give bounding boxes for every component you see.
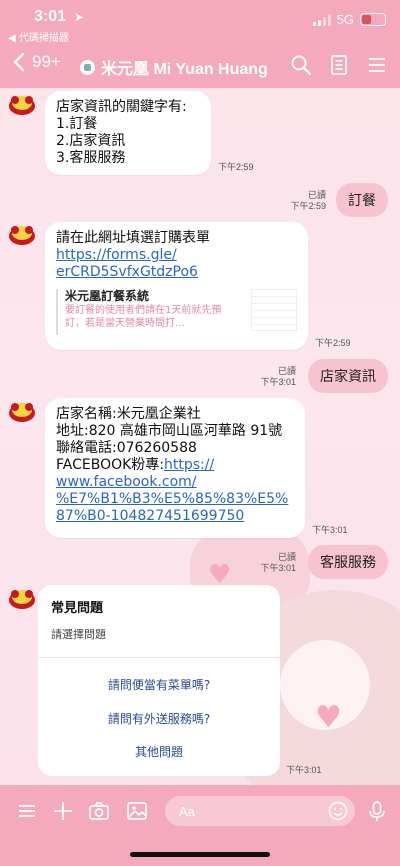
back-button[interactable]: 99+ [12,52,61,72]
message-time: 下午3:01 [286,765,322,775]
signal-icon [312,13,331,26]
location-icon: ➤ [74,10,85,24]
heart-icon: ♥ [315,700,342,735]
form-link[interactable]: https://forms.gle/ [56,247,297,264]
unread-count: 99+ [32,52,61,71]
faq-option-menu[interactable]: 請問便當有菜單嗎? [38,676,280,693]
faq-subtitle: 請選擇問題 [51,628,106,641]
outgoing-message-bubble: 店家資訊 [308,359,388,393]
verified-badge-icon [80,59,95,75]
message-time: 下午3:01 [312,525,348,535]
read-receipt: 已讀 下午3:01 [260,552,296,573]
faq-header: 常見問題 請選擇問題 [38,585,280,658]
faq-option-delivery[interactable]: 請問有外送服務嗎? [38,710,280,727]
message-input[interactable] [165,796,355,826]
message-line: 店家名稱:米元凰企業社 [56,406,201,422]
facebook-link[interactable]: 87%B0-104827451699750 [56,508,294,525]
faq-option-other[interactable]: 其他問題 [38,743,280,760]
chat-screen: ♥ ♥ 3:01 ➤ ◀ 代碼掃描器 5G 99+ 米元凰 Mi Yuan Hu… [0,0,400,866]
camera-icon[interactable] [88,800,110,822]
status-bar: 3:01 ➤ ◀ 代碼掃描器 5G [0,0,400,44]
image-icon[interactable] [126,800,148,822]
message-line: 3.客服服務 [56,150,126,166]
facebook-link[interactable]: www.facebook.com/ [56,474,294,491]
preview-thumbnail [251,289,297,331]
bot-avatar-icon[interactable] [6,88,38,116]
status-time: 3:01 [34,8,67,25]
menu-icon[interactable] [16,800,38,822]
status-indicators: 5G [312,12,386,27]
chat-title[interactable]: 米元凰 Mi Yuan Huang [80,55,268,79]
outgoing-message-bubble: 訂餐 [336,183,388,217]
chat-title-text: 米元凰 Mi Yuan Huang [101,61,268,78]
read-receipt: 已讀 下午2:59 [290,190,326,211]
battery-icon [360,13,386,26]
message-line: 地址:820 高雄市岡山區河華路 91號 [56,423,283,439]
bot-avatar-icon[interactable] [6,582,38,610]
message-line: FACEBOOK粉專:https:// [56,457,215,473]
message-line: 請在此網址填選訂購表單 [56,230,210,246]
outgoing-message-bubble: 客服服務 [308,545,388,579]
faq-title: 常見問題 [51,601,104,616]
faq-card: 常見問題 請選擇問題 請問便當有菜單嗎? 請問有外送服務嗎? 其他問題 [38,585,280,776]
form-link[interactable]: erCRD5SvfxGtdzPo6 [56,264,297,281]
menu-icon[interactable] [366,54,388,76]
link-preview-card[interactable]: 米元凰訂餐系統 要訂餐的使用者們請在1天前就先預訂，若是當天營業時間打... [56,289,297,335]
message-line: 2.店家資訊 [56,133,126,149]
facebook-link[interactable]: %E7%B1%B3%E5%85%83%E5% [56,491,294,508]
emoji-icon[interactable] [328,801,348,821]
message-bubble: 請在此網址填選訂購表單 https://forms.gle/ erCRD5Svf… [45,222,308,350]
plus-icon[interactable] [52,800,74,822]
message-line: 店家資訊的關鍵字有: [56,99,187,115]
chat-header: 99+ 米元凰 Mi Yuan Huang [0,44,400,88]
preview-description: 要訂餐的使用者們請在1天前就先預訂，若是當天營業時間打... [65,305,222,329]
network-label: 5G [336,12,354,27]
message-bubble: 店家資訊的關鍵字有: 1.訂餐 2.店家資訊 3.客服服務 [45,91,211,175]
back-to-app-link[interactable]: ◀ 代碼掃描器 [8,29,69,44]
bot-avatar-icon[interactable] [6,218,38,246]
home-indicator[interactable] [130,852,270,857]
header-actions [290,54,388,76]
microphone-icon[interactable] [366,800,388,822]
chevron-left-icon [13,52,25,72]
message-line: 1.訂餐 [56,116,98,132]
message-line: 聯絡電話:076260588 [56,440,197,456]
read-receipt: 已讀 下午3:01 [260,366,296,387]
message-bubble: 店家名稱:米元凰企業社 地址:820 高雄市岡山區河華路 91號 聯絡電話:07… [45,398,305,538]
message-time: 下午2:59 [315,338,351,348]
bot-avatar-icon[interactable] [6,395,38,423]
facebook-link[interactable]: https:// [164,457,214,473]
message-time: 下午2:59 [218,162,254,172]
notes-icon[interactable] [328,54,350,76]
search-icon[interactable] [290,54,312,76]
